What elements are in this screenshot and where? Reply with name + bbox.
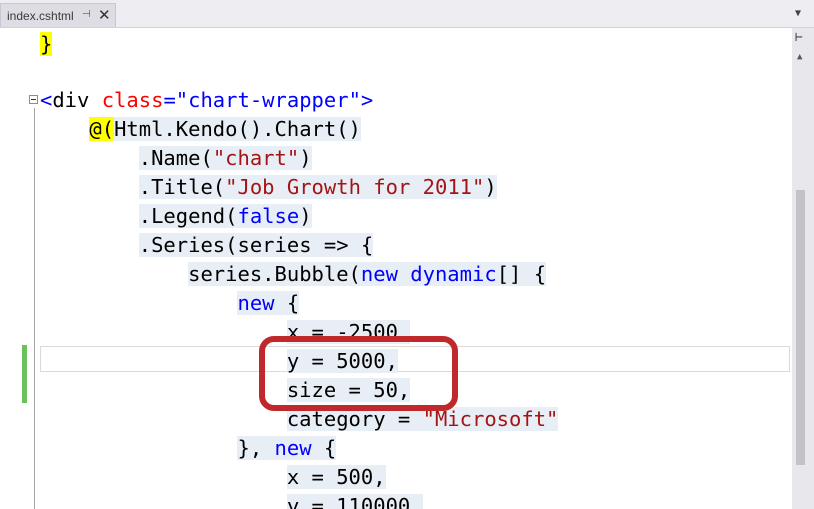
- editor-margin: [0, 28, 21, 509]
- document-tab-strip: index.cshtml ⊣ ✕ ▼: [0, 0, 814, 28]
- code-line: new {: [40, 289, 300, 318]
- code-text: series.Bubble(: [188, 262, 361, 286]
- chevron-down-icon[interactable]: ▼: [795, 8, 801, 19]
- code-text: ): [484, 175, 497, 199]
- keyword: false: [237, 204, 300, 228]
- code-editor[interactable]: } <div class="chart-wrapper"> @(Html.Ken…: [40, 28, 790, 509]
- code-line: @(Html.Kendo().Chart(): [40, 115, 361, 144]
- scrollbar-thumb[interactable]: [796, 190, 805, 465]
- code-text: [] {: [496, 262, 547, 286]
- code-line: .Legend(false): [40, 202, 312, 231]
- keyword: new: [274, 436, 312, 460]
- code-line: x = 500,: [40, 463, 386, 492]
- keyword: new: [237, 291, 275, 315]
- collapse-icon[interactable]: [29, 95, 38, 104]
- string-literal: "chart": [212, 146, 300, 170]
- split-icon[interactable]: ⊢: [795, 30, 803, 45]
- matched-brace: }: [40, 32, 53, 56]
- scroll-up-icon[interactable]: ▲: [797, 52, 802, 62]
- code-line: }: [40, 30, 53, 59]
- tag-bracket: >: [360, 88, 374, 112]
- highlight-callout: [259, 336, 458, 411]
- outline-guide: [34, 108, 35, 509]
- tag-bracket: <: [40, 88, 53, 112]
- code-text: {: [311, 436, 337, 460]
- tag-name: div: [52, 88, 90, 112]
- code-line: y = 110000,: [40, 492, 423, 509]
- code-text: {: [274, 291, 300, 315]
- code-text: ): [299, 204, 312, 228]
- code-text: ): [299, 146, 312, 170]
- close-icon[interactable]: ✕: [98, 6, 111, 24]
- attribute-equals: =: [163, 88, 176, 112]
- code-line: .Name("chart"): [40, 144, 312, 173]
- change-tracking-bar: [22, 345, 27, 403]
- code-line: .Series(series => {: [40, 231, 374, 260]
- code-text: .Name(: [138, 146, 213, 170]
- code-text: .Series(series => {: [138, 233, 374, 257]
- code-line: series.Bubble(new dynamic[] {: [40, 260, 547, 289]
- keyword: dynamic: [410, 262, 497, 286]
- code-line: .Title("Job Growth for 2011"): [40, 173, 497, 202]
- code-line: <div class="chart-wrapper">: [40, 86, 373, 115]
- tab-label: index.cshtml: [7, 9, 74, 23]
- pin-icon[interactable]: ⊣: [82, 9, 91, 20]
- keyword: new: [360, 262, 398, 286]
- code-text: Html.Kendo().Chart(): [114, 117, 361, 141]
- string-literal: "Job Growth for 2011": [225, 175, 485, 199]
- code-text: x = 500,: [286, 465, 386, 489]
- attribute-value: "chart-wrapper": [175, 88, 361, 112]
- code-line: }, new {: [40, 434, 337, 463]
- code-text: },: [237, 436, 275, 460]
- code-text: y = 110000,: [286, 494, 423, 509]
- razor-block-marker: @(: [89, 117, 115, 141]
- attribute-name: class: [101, 88, 164, 112]
- tab-index-cshtml[interactable]: index.cshtml ⊣ ✕: [0, 3, 116, 27]
- code-text: .Title(: [138, 175, 226, 199]
- code-text: .Legend(: [138, 204, 238, 228]
